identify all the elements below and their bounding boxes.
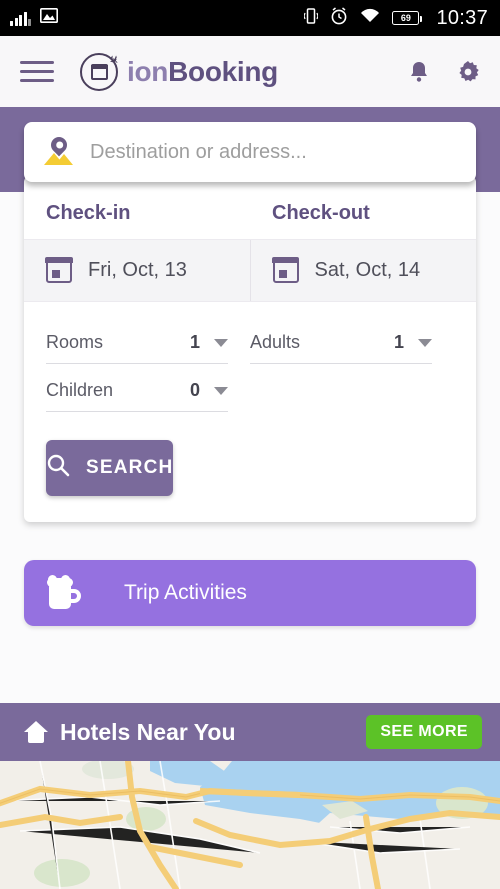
signal-bars-icon (10, 11, 31, 26)
checkout-date-picker[interactable]: Sat, Oct, 14 (249, 240, 477, 301)
bell-icon[interactable] (408, 60, 430, 84)
children-select[interactable]: Children 0 (46, 364, 250, 411)
occupancy-selects: Rooms 1 Adults 1 Children 0 (24, 302, 476, 412)
search-button[interactable]: SEARCH (46, 440, 174, 496)
battery-icon: 69 (392, 11, 423, 25)
chevron-down-icon (418, 338, 432, 347)
adults-value: 1 (393, 332, 404, 352)
vibrate-icon (303, 7, 320, 30)
children-label: Children (46, 380, 114, 400)
beer-mug-icon (46, 575, 82, 611)
status-bar-left (10, 8, 58, 28)
home-icon (24, 721, 48, 743)
booking-card: Check-in Check-out Fri, Oct, 13 Sat, Oct… (0, 122, 500, 522)
map-canvas (0, 761, 500, 889)
adults-select[interactable]: Adults 1 (250, 316, 454, 363)
hamburger-menu-icon[interactable] (20, 61, 54, 82)
app-screen: 69 10:37 ✈ ionBooking Destination or add… (0, 0, 500, 889)
date-row: Fri, Oct, 13 Sat, Oct, 14 (24, 239, 476, 302)
location-pin-icon (42, 133, 76, 169)
children-value: 0 (189, 380, 200, 400)
see-more-button[interactable]: SEE MORE (366, 715, 482, 749)
trip-activities-label: Trip Activities (124, 581, 247, 604)
image-icon (40, 8, 58, 28)
status-bar-right: 69 10:37 (303, 6, 488, 30)
magnifier-icon (46, 453, 70, 483)
calendar-icon (271, 257, 300, 283)
checkin-date-picker[interactable]: Fri, Oct, 13 (24, 240, 250, 301)
status-bar-clock: 10:37 (436, 6, 488, 29)
chevron-down-icon (214, 386, 228, 395)
alarm-icon (330, 6, 348, 30)
search-button-label: SEARCH (86, 457, 174, 478)
rooms-label: Rooms (46, 332, 104, 352)
chevron-down-icon (214, 338, 228, 347)
brand-title: ionBooking (127, 56, 278, 88)
hotels-section-title: Hotels Near You (60, 718, 236, 745)
checkin-date-value: Fri, Oct, 13 (88, 259, 187, 281)
checkout-label: Check-out (272, 202, 370, 224)
rooms-value: 1 (189, 332, 200, 352)
map-view[interactable]: Ilha do Fundão Amarela MEIER Rio de Jane… (0, 761, 500, 889)
search-input[interactable] (90, 140, 458, 164)
children-underline (46, 411, 250, 412)
brand-dark-text: Booking (168, 55, 278, 87)
destination-search-box[interactable] (24, 122, 476, 182)
search-form-card: Check-in Check-out Fri, Oct, 13 Sat, Oct… (24, 176, 476, 522)
checkin-label: Check-in (46, 202, 131, 224)
trip-activities-button[interactable]: Trip Activities (24, 560, 476, 626)
header-actions (408, 60, 480, 84)
brand-light-text: ion (127, 55, 169, 87)
calendar-icon (45, 257, 73, 283)
calendar-airplane-logo-icon: ✈ (80, 51, 122, 91)
status-bar: 69 10:37 (0, 0, 500, 36)
wifi-icon (360, 8, 380, 28)
adults-label: Adults (250, 332, 301, 352)
app-header: ✈ ionBooking (0, 36, 500, 110)
checkout-date-value: Sat, Oct, 14 (314, 259, 421, 281)
battery-level: 69 (400, 13, 411, 23)
brand-logo[interactable]: ✈ ionBooking (80, 51, 278, 91)
date-headers: Check-in Check-out (24, 184, 476, 239)
rooms-select[interactable]: Rooms 1 (46, 316, 250, 363)
hotels-near-you-bar: Hotels Near You SEE MORE (0, 703, 500, 761)
gear-icon[interactable] (456, 60, 480, 84)
